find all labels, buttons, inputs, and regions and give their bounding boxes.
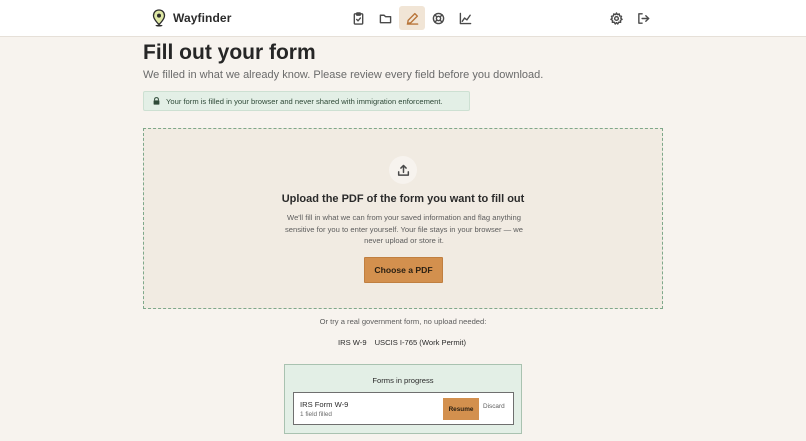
forms-in-progress-panel: Forms in progress IRS Form W-9 1 field f… [284, 364, 522, 434]
upload-icon [397, 164, 409, 176]
upload-title: Upload the PDF of the form you want to f… [281, 193, 525, 205]
location-pin-icon [152, 9, 166, 27]
brand[interactable]: Wayfinder [152, 9, 231, 27]
app-name: Wayfinder [173, 11, 232, 25]
sign-out-button[interactable] [630, 6, 656, 30]
form-name: IRS Form W-9 [300, 400, 349, 409]
sample-forms-intro: Or try a real government form, no upload… [319, 317, 487, 326]
pdf-drop-zone[interactable]: Upload the PDF of the form you want to f… [143, 128, 663, 309]
sample-forms-list: IRS W-9 USCIS I-765 (Work Permit) [338, 338, 466, 347]
folder-icon [379, 14, 391, 23]
chart-line-icon [459, 12, 471, 24]
page-title: Fill out your form [143, 41, 316, 64]
discard-button[interactable]: Discard [483, 403, 505, 410]
settings-button[interactable] [603, 6, 629, 30]
sample-form-irs-w9-link[interactable]: IRS W-9 [338, 338, 367, 347]
upload-description: We'll fill in what we can from your save… [284, 213, 524, 245]
choose-pdf-button[interactable]: Choose a PDF [364, 257, 443, 283]
nav-folder-button[interactable] [372, 6, 398, 30]
top-navigation-bar: Wayfinder [0, 0, 806, 37]
page-subtitle: We filled in what we already know. Pleas… [143, 69, 544, 81]
form-fill-status: 1 field filled [300, 411, 332, 418]
privacy-notice-text: Your form is filled in your browser and … [166, 96, 443, 106]
nav-progress-button[interactable] [452, 6, 478, 30]
nav-clipboard-button[interactable] [345, 6, 371, 30]
clipboard-icon [353, 11, 363, 25]
resume-button[interactable]: Resume [443, 398, 479, 420]
nav-help-button[interactable] [425, 6, 451, 30]
upload-icon-badge [389, 156, 417, 184]
sign-out-icon [637, 12, 649, 24]
gear-icon [609, 11, 623, 25]
forms-in-progress-title: Forms in progress [372, 376, 434, 385]
sample-form-uscis-i765-link[interactable]: USCIS I-765 (Work Permit) [375, 338, 466, 347]
pencil-icon [406, 12, 418, 25]
form-in-progress-row: IRS Form W-9 1 field filled Resume Disca… [293, 392, 514, 425]
privacy-notice: Your form is filled in your browser and … [143, 91, 470, 111]
lock-icon [153, 97, 160, 105]
nav-fill-form-button[interactable] [399, 6, 425, 30]
lifebuoy-icon [432, 12, 444, 24]
